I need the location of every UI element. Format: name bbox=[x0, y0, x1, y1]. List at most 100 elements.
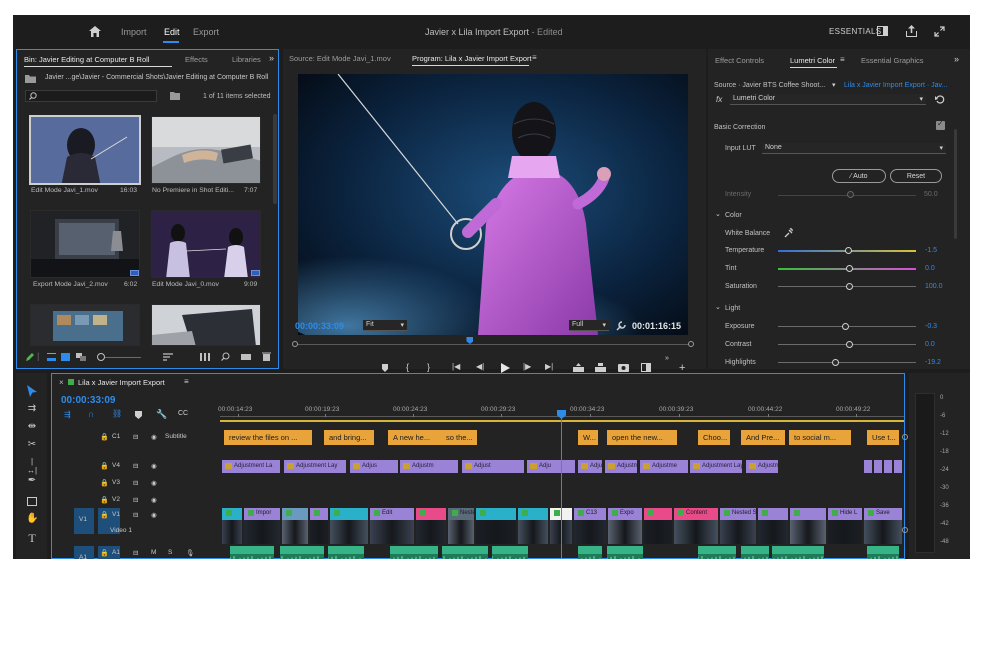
tab-sequence[interactable]: Lila x Javier Import Export bbox=[78, 378, 165, 387]
subtitle-clip[interactable]: to social m... bbox=[789, 430, 851, 445]
video-clip[interactable] bbox=[758, 508, 788, 544]
video-clip[interactable] bbox=[282, 508, 308, 544]
sync-lock-icon[interactable]: ⊟ bbox=[133, 511, 138, 519]
lumetri-target-clip[interactable]: Lila x Javier Import Export · Jav... bbox=[844, 82, 947, 89]
tab-effects[interactable]: Effects bbox=[185, 55, 208, 64]
razor-icon[interactable]: ✂ bbox=[26, 439, 38, 451]
lock-icon[interactable]: 🔒 bbox=[100, 479, 109, 487]
highlights-slider[interactable] bbox=[778, 362, 916, 363]
eye-icon[interactable]: ◉ bbox=[151, 462, 157, 470]
video-clip[interactable] bbox=[330, 508, 368, 544]
adjustment-clip[interactable] bbox=[864, 460, 872, 473]
eye-icon[interactable]: ◉ bbox=[151, 496, 157, 504]
audio-clip[interactable] bbox=[492, 546, 528, 559]
subtitle-clip[interactable]: open the new... bbox=[607, 430, 677, 445]
panel-menu-icon[interactable]: ≡ bbox=[184, 377, 189, 386]
timeline-timecode[interactable]: 00:00:33:09 bbox=[61, 395, 115, 406]
timeline-playhead-line[interactable] bbox=[561, 418, 562, 559]
adjustment-clip[interactable]: Adjustm bbox=[400, 460, 458, 473]
lock-icon[interactable]: 🔒 bbox=[100, 462, 109, 470]
tab-program-monitor[interactable]: Program: Lila x Javier Import Export bbox=[412, 54, 532, 63]
nest-icon[interactable]: ⇶ bbox=[64, 410, 71, 419]
button-editor-icon[interactable]: » bbox=[665, 355, 669, 362]
panel-menu-icon[interactable]: ≡ bbox=[840, 55, 845, 64]
adjustment-clip[interactable] bbox=[884, 460, 892, 473]
sort-icon[interactable] bbox=[163, 353, 173, 361]
hand-icon[interactable]: ✋ bbox=[26, 513, 38, 525]
sync-lock-icon[interactable]: ⊟ bbox=[133, 462, 138, 470]
bin-item-thumbnail[interactable] bbox=[151, 210, 261, 278]
tab-essential-graphics[interactable]: Essential Graphics bbox=[861, 56, 924, 65]
tab-export[interactable]: Export bbox=[193, 27, 219, 37]
lumetri-scrollbar[interactable] bbox=[954, 129, 957, 239]
find-icon[interactable] bbox=[221, 352, 230, 361]
zoom-slider-knob[interactable] bbox=[97, 353, 105, 361]
audio-clip[interactable] bbox=[280, 546, 324, 559]
collapse-chevron-icon[interactable]: ⌄ bbox=[715, 210, 721, 218]
slider-value[interactable]: 0.0 bbox=[925, 265, 935, 272]
adjustment-clip[interactable]: Adjustment La bbox=[222, 460, 280, 473]
lock-icon[interactable]: 🔒 bbox=[100, 511, 109, 519]
track-end-handle[interactable] bbox=[902, 434, 908, 440]
bin-scrollbar[interactable] bbox=[273, 114, 277, 204]
sync-lock-icon[interactable]: ⊟ bbox=[133, 549, 138, 557]
linked-selection-icon[interactable]: ⛓ bbox=[112, 409, 122, 418]
subtitle-clip[interactable]: Choo... bbox=[698, 430, 730, 445]
slider-value[interactable]: 0.0 bbox=[925, 341, 935, 348]
share-icon[interactable] bbox=[906, 25, 917, 37]
selection-tool-icon[interactable] bbox=[27, 385, 37, 397]
add-marker-icon[interactable] bbox=[381, 364, 389, 372]
pen-icon[interactable]: ✒ bbox=[26, 475, 38, 487]
step-back-icon[interactable]: ◀| bbox=[476, 362, 484, 371]
lock-icon[interactable]: 🔒 bbox=[100, 496, 109, 504]
lumetri-source-clip[interactable]: Source · Javier BTS Coffee Shoot... bbox=[714, 82, 825, 89]
exposure-knob[interactable] bbox=[842, 323, 849, 330]
eye-icon[interactable]: ◉ bbox=[151, 511, 157, 519]
video-clip[interactable]: Hide L bbox=[828, 508, 862, 544]
adjustment-clip[interactable]: Adjus bbox=[350, 460, 398, 473]
solo-icon[interactable]: S bbox=[168, 549, 172, 556]
pencil-icon[interactable] bbox=[26, 353, 34, 361]
tint-knob[interactable] bbox=[846, 265, 853, 272]
adjustment-clip[interactable]: Adjustme bbox=[640, 460, 688, 473]
program-timecode[interactable]: 00:00:33:09 bbox=[295, 321, 344, 331]
video-clip[interactable]: Expo bbox=[608, 508, 642, 544]
video-clip[interactable] bbox=[310, 508, 328, 544]
tab-libraries[interactable]: Libraries bbox=[232, 55, 261, 64]
audio-clip[interactable] bbox=[772, 546, 824, 559]
adjustment-clip[interactable]: Adju bbox=[578, 460, 602, 473]
work-area-bar[interactable] bbox=[220, 420, 904, 422]
export-frame-icon[interactable] bbox=[618, 363, 629, 372]
bin-item-thumbnail[interactable] bbox=[151, 116, 261, 184]
source-dropdown-icon[interactable]: ▾ bbox=[832, 81, 836, 89]
workspace-menu[interactable]: ESSENTIALS bbox=[829, 27, 881, 36]
audio-clip[interactable] bbox=[328, 546, 364, 559]
bin-item-thumbnail[interactable] bbox=[151, 304, 261, 346]
eye-icon[interactable]: ◉ bbox=[151, 433, 157, 441]
trash-icon[interactable] bbox=[262, 352, 271, 361]
light-section-header[interactable]: Light bbox=[725, 305, 740, 312]
effect-select[interactable]: Lumetri Color ▾ bbox=[730, 94, 926, 105]
adjustment-clip[interactable]: Adjust bbox=[462, 460, 524, 473]
mute-icon[interactable]: M bbox=[151, 549, 156, 556]
reset-button[interactable]: Reset bbox=[890, 169, 942, 183]
adjustment-clip[interactable]: Adjustment Layer bbox=[690, 460, 742, 473]
basic-correction-checkbox[interactable]: ✓ bbox=[936, 119, 945, 130]
program-playhead[interactable] bbox=[466, 337, 474, 344]
slider-value[interactable]: -19.2 bbox=[925, 359, 941, 366]
saturation-knob[interactable] bbox=[846, 283, 853, 290]
adjustment-clip[interactable]: Adjustment L bbox=[746, 460, 778, 473]
audio-clip[interactable] bbox=[741, 546, 769, 559]
panel-overflow-icon[interactable]: » bbox=[269, 53, 274, 63]
video-clip[interactable] bbox=[476, 508, 516, 544]
new-bin-icon[interactable] bbox=[170, 91, 180, 100]
fullscreen-icon[interactable] bbox=[934, 26, 945, 37]
video-clip[interactable]: Content bbox=[674, 508, 718, 544]
mark-out-icon[interactable]: } bbox=[427, 362, 430, 372]
subtitle-clip[interactable]: And Pre... bbox=[741, 430, 785, 445]
go-to-out-icon[interactable]: ▶| bbox=[545, 362, 553, 371]
tab-import[interactable]: Import bbox=[121, 27, 147, 37]
subtitle-clip[interactable]: W... bbox=[578, 430, 598, 445]
contrast-knob[interactable] bbox=[846, 341, 853, 348]
tab-bin[interactable]: Bin: Javier Editing at Computer B Roll bbox=[24, 55, 149, 64]
